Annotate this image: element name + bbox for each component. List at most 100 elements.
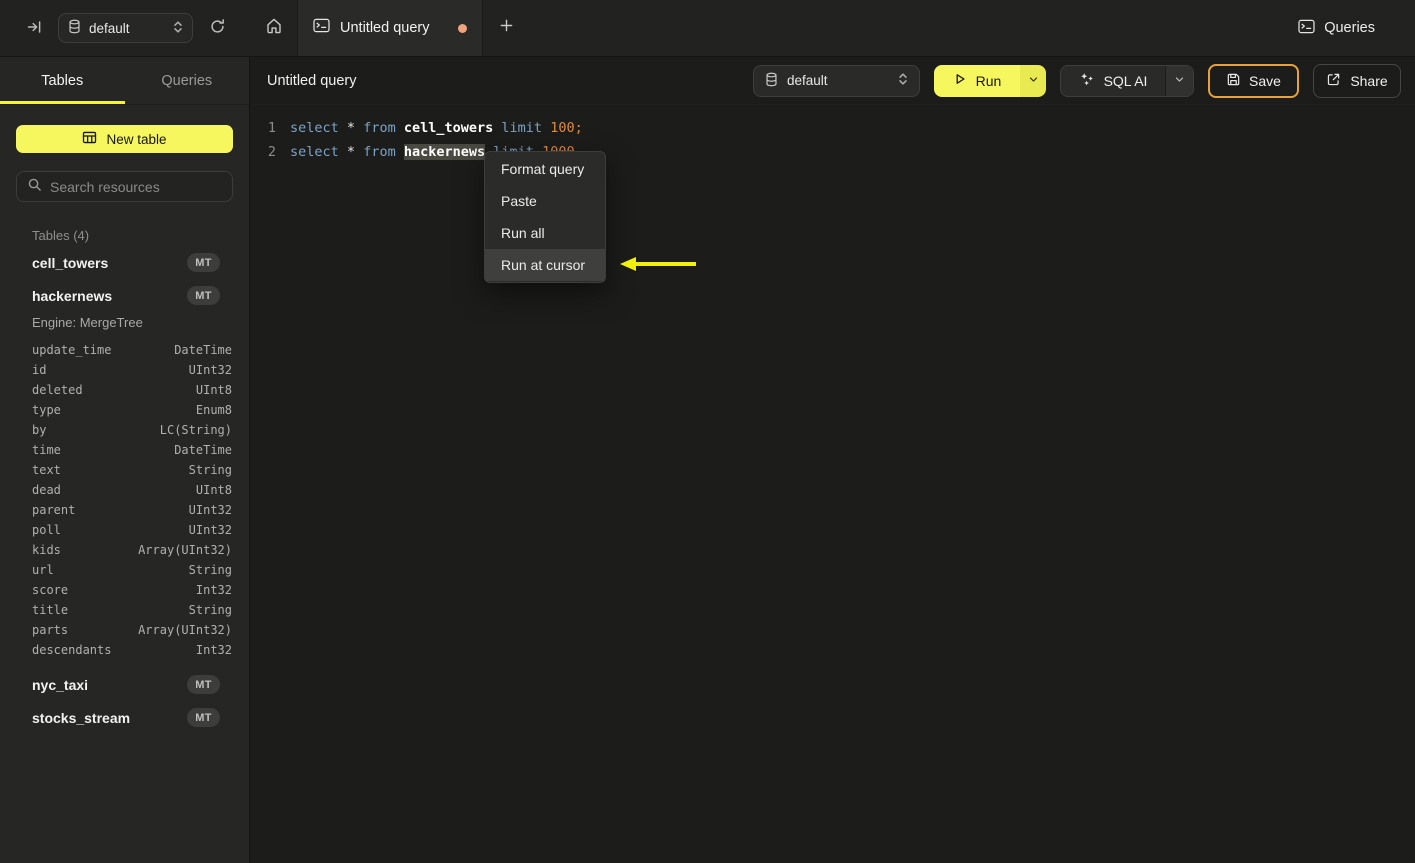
column-name: update_time — [32, 343, 112, 357]
toolbar-database-select[interactable]: default — [753, 64, 920, 97]
column-name: type — [32, 403, 61, 417]
sql-ai-options-button[interactable] — [1165, 65, 1193, 96]
column-row: title String — [0, 600, 249, 620]
sidebar-tabs: Tables Queries — [0, 57, 249, 105]
unsaved-changes-dot — [458, 23, 467, 33]
column-row: text String — [0, 460, 249, 480]
share-button[interactable]: Share — [1313, 63, 1401, 98]
sql-ai-button-label: SQL AI — [1103, 72, 1148, 89]
column-name: title — [32, 603, 69, 617]
database-icon — [68, 19, 81, 37]
table-name: nyc_taxi — [32, 676, 89, 693]
body: Tables Queries New table Tables (4) cell… — [0, 57, 1415, 863]
search-box — [16, 171, 233, 202]
run-options-button[interactable] — [1020, 64, 1046, 97]
column-type: Int32 — [195, 583, 232, 597]
queries-button-label: Queries — [1324, 20, 1375, 36]
column-row: parts Array(UInt32) — [0, 620, 249, 640]
column-type: Enum8 — [195, 403, 232, 417]
new-tab-button[interactable] — [483, 0, 529, 56]
table-row[interactable]: cell_towers MT — [0, 246, 249, 279]
home-tab-button[interactable] — [250, 0, 297, 56]
main-area: Untitled query default Run SQL AI Save S… — [250, 57, 1415, 863]
engine-badge: MT — [187, 253, 220, 272]
database-icon — [765, 72, 778, 90]
run-button[interactable]: Run — [934, 64, 1020, 97]
column-type: UInt32 — [188, 523, 232, 537]
column-name: deleted — [32, 383, 83, 397]
menu-item-format-query[interactable]: Format query — [485, 153, 605, 185]
query-title: Untitled query — [267, 72, 357, 89]
code-text: select * from cell_towers limit 100; — [290, 120, 583, 136]
column-name: poll — [32, 523, 61, 537]
column-row: id UInt32 — [0, 360, 249, 380]
engine-badge: MT — [187, 708, 220, 727]
refresh-button[interactable] — [205, 14, 230, 42]
column-name: time — [32, 443, 61, 457]
sql-ai-button[interactable]: SQL AI — [1061, 66, 1165, 96]
share-button-label: Share — [1350, 72, 1388, 89]
save-button[interactable]: Save — [1208, 63, 1299, 98]
code-line: 2select * from hackernews limit 1000 — [250, 140, 1415, 164]
column-row: score Int32 — [0, 580, 249, 600]
column-type: String — [188, 563, 232, 577]
toolbar-database-value: default — [787, 73, 828, 88]
play-icon — [953, 72, 967, 89]
table-name: hackernews — [32, 287, 113, 304]
table-row[interactable]: nyc_taxi MT — [0, 668, 249, 701]
column-row: descendants Int32 — [0, 640, 249, 660]
tables-section-label: Tables (4) — [32, 228, 90, 243]
run-button-group: Run — [934, 64, 1046, 97]
engine-badge: MT — [187, 675, 220, 694]
topbar: default Untitled query Queries — [0, 0, 1415, 57]
code-line: 1 select * from cell_towers limit 100; — [250, 116, 1415, 140]
column-row: parent UInt32 — [0, 500, 249, 520]
menu-item-run-at-cursor[interactable]: Run at cursor — [485, 249, 605, 281]
collapse-sidebar-icon — [26, 19, 42, 38]
sidebar-tab-tables[interactable]: Tables — [0, 57, 125, 104]
search-input[interactable] — [50, 178, 222, 195]
sql-editor[interactable]: 1 select * from cell_towers limit 100; 2 se… — [250, 105, 1415, 863]
editor-context-menu: Format query Paste Run all Run at cursor — [484, 151, 606, 283]
sidebar-tab-queries[interactable]: Queries — [125, 57, 250, 104]
queries-button[interactable]: Queries — [1298, 0, 1415, 56]
sidebar-content: New table Tables (4) cell_towersMThacker… — [0, 105, 249, 863]
save-icon — [1226, 72, 1241, 90]
column-type: String — [188, 603, 232, 617]
column-name: score — [32, 583, 69, 597]
sql-ai-button-group: SQL AI — [1060, 64, 1194, 97]
column-row: poll UInt32 — [0, 520, 249, 540]
column-row: deleted UInt8 — [0, 380, 249, 400]
table-name: cell_towers — [32, 254, 109, 271]
menu-item-run-all[interactable]: Run all — [485, 217, 605, 249]
tab-untitled-query[interactable]: Untitled query — [297, 0, 483, 56]
column-name: parts — [32, 623, 69, 637]
column-type: UInt32 — [188, 363, 232, 377]
home-icon — [265, 17, 283, 40]
chevron-down-icon — [1028, 72, 1039, 90]
code-lines: 1 select * from cell_towers limit 100; 2 se… — [250, 116, 1415, 164]
engine-badge: MT — [187, 286, 220, 305]
column-row: kids Array(UInt32) — [0, 540, 249, 560]
column-type: String — [188, 463, 232, 477]
annotation-arrow — [620, 257, 696, 271]
new-table-button[interactable]: New table — [16, 125, 233, 153]
table-row[interactable]: stocks_stream MT — [0, 701, 249, 734]
column-type: Array(UInt32) — [138, 543, 232, 557]
table-name: stocks_stream — [32, 709, 131, 726]
column-type: UInt32 — [188, 503, 232, 517]
plus-icon — [499, 18, 514, 38]
menu-item-paste[interactable]: Paste — [485, 185, 605, 217]
topbar-database-select[interactable]: default — [58, 13, 193, 43]
collapse-sidebar-button[interactable] — [22, 15, 46, 42]
query-toolbar: Untitled query default Run SQL AI Save S… — [250, 57, 1415, 105]
table-row[interactable]: hackernews MT — [0, 279, 249, 312]
tables-list: cell_towers MT hackernews MT Engine: MergeTr… — [0, 246, 249, 734]
column-type: LC(String) — [159, 423, 232, 437]
column-row: type Enum8 — [0, 400, 249, 420]
column-type: Int32 — [195, 643, 232, 657]
column-type: DateTime — [174, 443, 232, 457]
chevron-down-icon — [1174, 72, 1185, 90]
column-list: update_time DateTime id UInt32 deleted UInt8 t… — [0, 340, 249, 660]
